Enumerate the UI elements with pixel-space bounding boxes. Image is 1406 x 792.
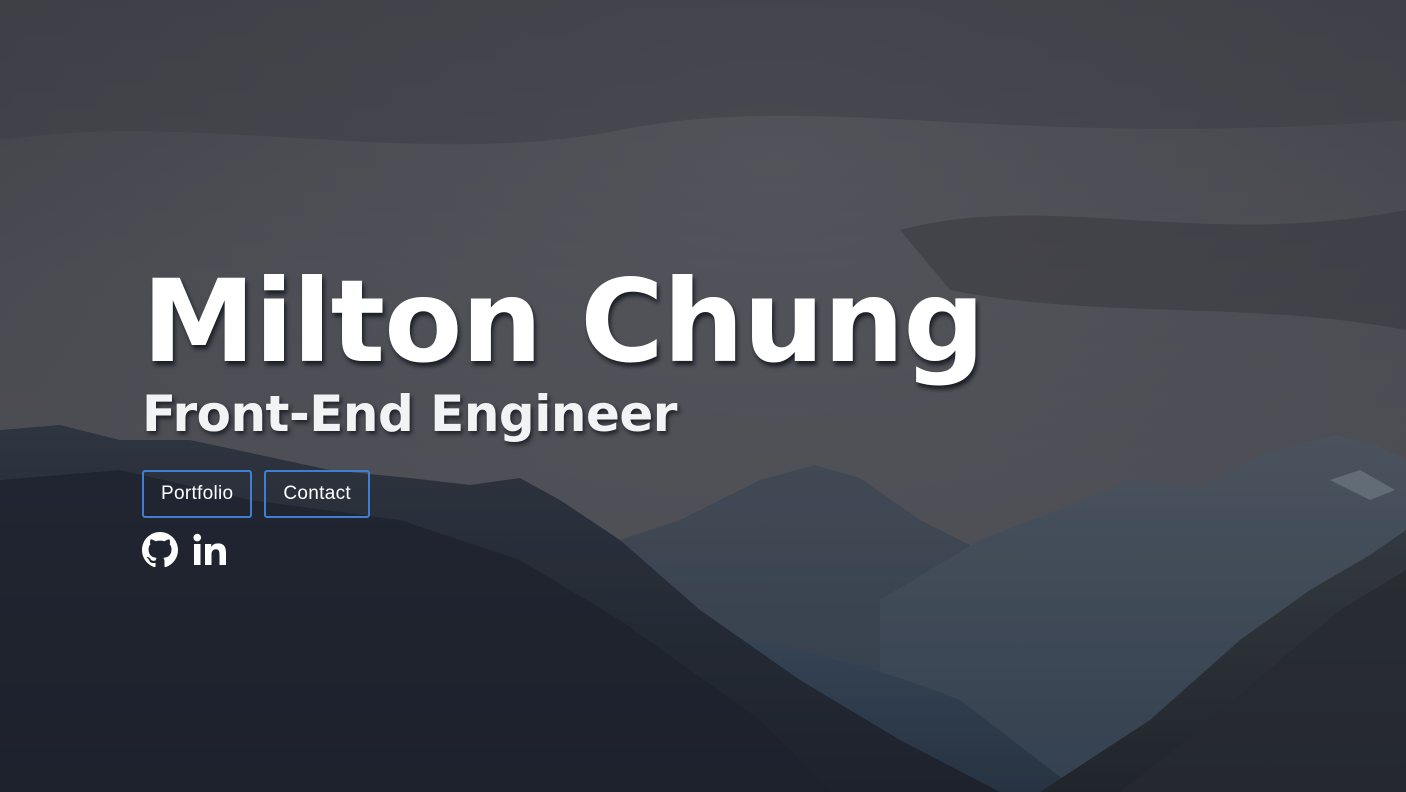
linkedin-link[interactable] <box>192 533 228 567</box>
hero-job-title: Front-End Engineer <box>142 385 677 443</box>
hero-buttons: Portfolio Contact <box>142 470 984 518</box>
hero-name: Milton Chung <box>142 255 985 388</box>
social-links <box>142 532 984 568</box>
linkedin-icon <box>193 533 226 565</box>
github-icon <box>142 532 178 568</box>
portfolio-button[interactable]: Portfolio <box>142 470 253 518</box>
contact-button[interactable]: Contact <box>264 470 370 518</box>
github-link[interactable] <box>142 532 178 568</box>
hero-content: Milton Chung Front-End Engineer Portfoli… <box>142 255 985 568</box>
hero-section: Milton Chung Front-End Engineer Portfoli… <box>0 0 1406 792</box>
